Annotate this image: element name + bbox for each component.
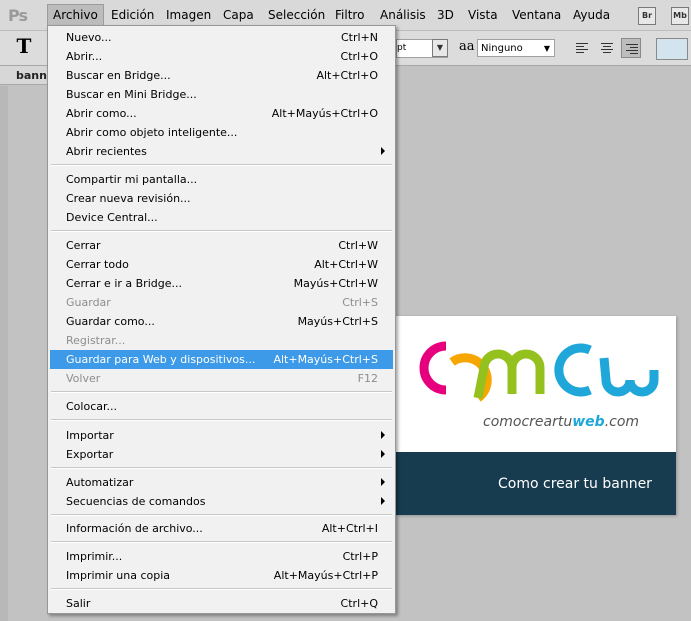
- font-size-dropdown-icon[interactable]: ▼: [432, 39, 448, 57]
- menu-item-informacion-archivo[interactable]: Información de archivo... Alt+Ctrl+I: [50, 519, 393, 538]
- menu-capa[interactable]: Capa: [218, 5, 259, 25]
- submenu-arrow-icon: [381, 478, 385, 486]
- align-center-button[interactable]: [597, 38, 617, 58]
- menu-separator: [51, 230, 392, 232]
- mini-bridge-button[interactable]: Mb: [671, 7, 689, 25]
- menu-separator: [51, 391, 392, 393]
- menu-item-cerrar[interactable]: Cerrar Ctrl+W: [50, 236, 393, 255]
- menu-item-buscar-en-bridge[interactable]: Buscar en Bridge... Alt+Ctrl+O: [50, 66, 393, 85]
- submenu-arrow-icon: [381, 431, 385, 439]
- bridge-button[interactable]: Br: [638, 7, 656, 25]
- antialias-select[interactable]: Ninguno ▼: [477, 39, 555, 57]
- text-color-swatch[interactable]: [656, 38, 688, 60]
- submenu-arrow-icon: [381, 450, 385, 458]
- menu-item-registrar: Registrar...: [66, 334, 126, 347]
- menu-vista[interactable]: Vista: [463, 5, 503, 25]
- document-canvas[interactable]: comocreartuweb.com Como crear tu banner: [396, 316, 676, 515]
- banner-text: Como crear tu banner: [498, 476, 652, 492]
- menu-item-device-central[interactable]: Device Central...: [50, 208, 393, 227]
- menu-3d[interactable]: 3D: [432, 5, 459, 25]
- menu-item-imprimir-copia[interactable]: Imprimir una copia Alt+Mayús+Ctrl+P: [50, 566, 393, 585]
- menu-archivo[interactable]: Archivo: [47, 4, 104, 26]
- menu-item-nuevo[interactable]: Nuevo... Ctrl+N: [50, 28, 393, 47]
- menu-separator: [51, 419, 392, 421]
- menu-ventana[interactable]: Ventana: [507, 5, 566, 25]
- menu-item-guardar: Guardar Ctrl+S: [66, 296, 378, 309]
- menu-item-crear-revision[interactable]: Crear nueva revisión...: [50, 189, 393, 208]
- document-tab[interactable]: banne: [0, 66, 54, 85]
- menu-item-compartir-pantalla[interactable]: Compartir mi pantalla...: [50, 170, 393, 189]
- toolbox-strip: [0, 86, 8, 621]
- photoshop-logo: Ps: [8, 6, 28, 25]
- menu-imagen[interactable]: Imagen: [161, 5, 216, 25]
- menu-ayuda[interactable]: Ayuda: [568, 5, 615, 25]
- banner-strip: Como crear tu banner: [396, 452, 676, 515]
- menu-item-volver: Volver F12: [66, 372, 378, 385]
- menu-item-guardar-para-web[interactable]: Guardar para Web y dispositivos... Alt+Ma…: [50, 350, 393, 369]
- menu-item-imprimir[interactable]: Imprimir... Ctrl+P: [50, 547, 393, 566]
- menu-item-salir[interactable]: Salir Ctrl+Q: [50, 594, 393, 613]
- menu-item-exportar[interactable]: Exportar: [50, 445, 393, 464]
- align-right-button[interactable]: [621, 38, 641, 58]
- menu-seleccion[interactable]: Selección: [263, 5, 330, 25]
- menu-item-abrir-como[interactable]: Abrir como... Alt+Mayús+Ctrl+O: [50, 104, 393, 123]
- antialias-value: Ninguno: [481, 43, 523, 54]
- menu-analisis[interactable]: Análisis: [375, 5, 431, 25]
- menu-separator: [51, 541, 392, 543]
- logo-url-text: comocreartuweb.com: [483, 414, 640, 430]
- menu-item-abrir-como-objeto[interactable]: Abrir como objeto inteligente...: [50, 123, 393, 142]
- menu-filtro[interactable]: Filtro: [330, 5, 369, 25]
- align-left-button[interactable]: [572, 38, 592, 58]
- menu-item-cerrar-todo[interactable]: Cerrar todo Alt+Ctrl+W: [50, 255, 393, 274]
- menu-item-guardar-como[interactable]: Guardar como... Mayús+Ctrl+S: [50, 312, 393, 331]
- menu-item-abrir-recientes[interactable]: Abrir recientes: [50, 142, 393, 161]
- menu-separator: [51, 164, 392, 166]
- menu-edicion[interactable]: Edición: [106, 5, 159, 25]
- menu-separator: [51, 467, 392, 469]
- menu-separator: [51, 588, 392, 590]
- font-size-unit: pt: [397, 43, 407, 53]
- menu-item-buscar-en-mini-bridge[interactable]: Buscar en Mini Bridge...: [50, 85, 393, 104]
- logo-graphic: [419, 341, 659, 402]
- antialias-icon: aa: [459, 39, 475, 54]
- type-tool-icon[interactable]: T: [12, 33, 36, 59]
- archivo-menu: Nuevo... Ctrl+N Abrir... Ctrl+O Buscar en …: [47, 25, 396, 614]
- menu-item-abrir[interactable]: Abrir... Ctrl+O: [50, 47, 393, 66]
- menu-separator: [51, 514, 392, 516]
- chevron-down-icon: ▼: [543, 44, 550, 53]
- menu-item-importar[interactable]: Importar: [50, 426, 393, 445]
- menu-item-secuencias-comandos[interactable]: Secuencias de comandos: [50, 492, 393, 511]
- menu-item-automatizar[interactable]: Automatizar: [50, 473, 393, 492]
- submenu-arrow-icon: [381, 147, 385, 155]
- menu-item-cerrar-ir-bridge[interactable]: Cerrar e ir a Bridge... Mayús+Ctrl+W: [50, 274, 393, 293]
- menu-item-colocar[interactable]: Colocar...: [50, 397, 393, 416]
- submenu-arrow-icon: [381, 497, 385, 505]
